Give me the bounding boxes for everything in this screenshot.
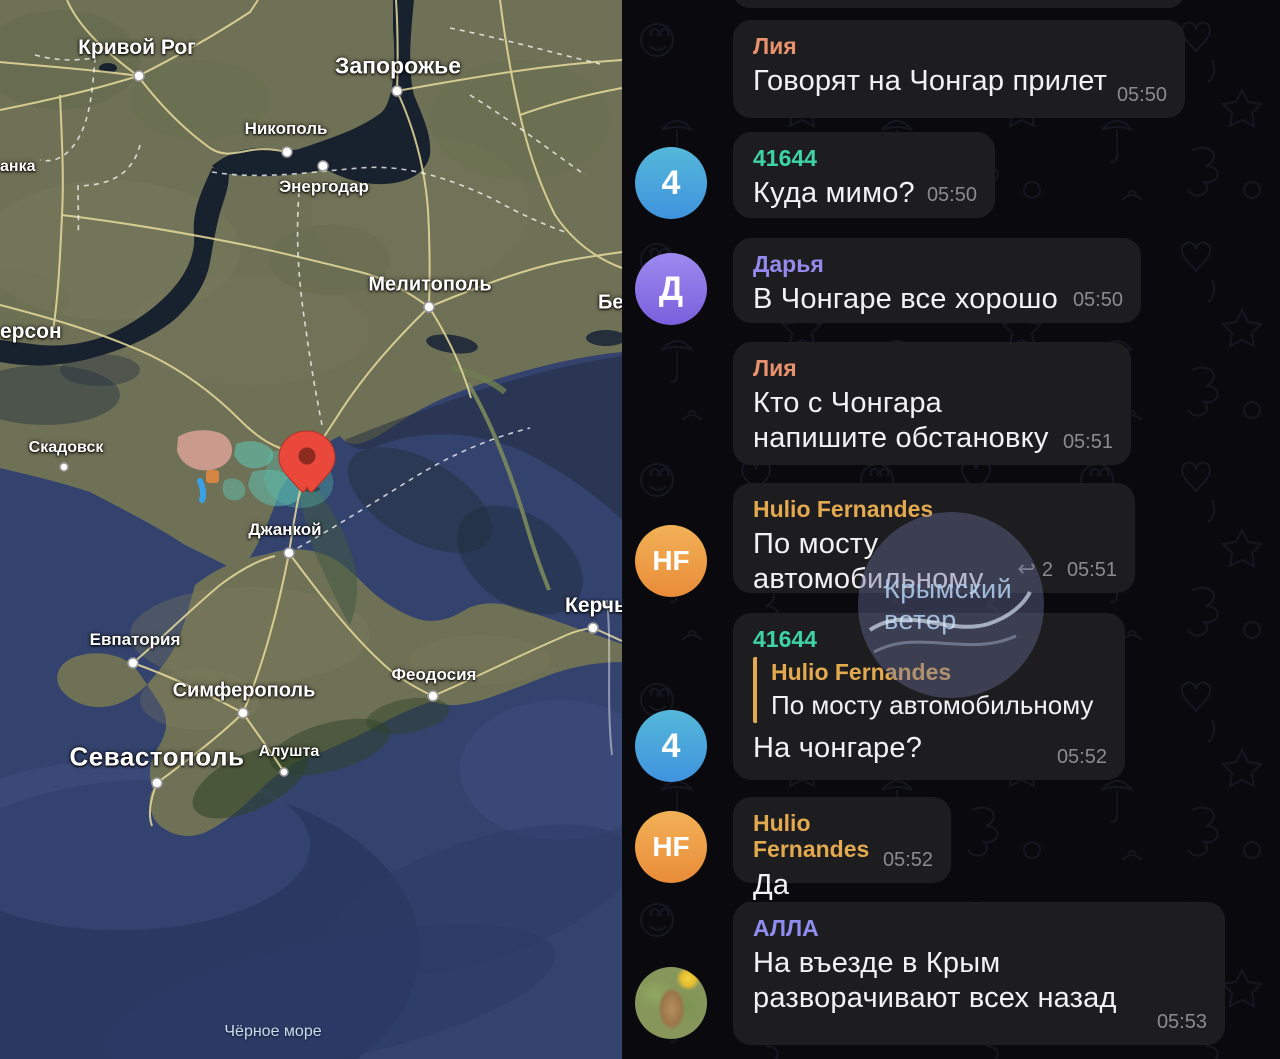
city-dot-yevpatoria: [128, 658, 138, 668]
map-label-nikopol: Никополь: [245, 119, 328, 139]
avatar-alla-photo[interactable]: [635, 967, 707, 1039]
sender-name: Дарья: [753, 251, 1121, 277]
avatar-hulio[interactable]: HF: [635, 811, 707, 883]
message-time: 05:50: [927, 184, 977, 207]
map-label-kryvyi-rih: Кривой Рог: [78, 36, 196, 60]
message-time: 05:50: [1073, 289, 1123, 312]
city-dot-feodosia: [428, 691, 438, 701]
map-label-dzhankoi: Джанкой: [248, 520, 321, 540]
city-dot-zaporizhzhia: [392, 86, 402, 96]
city-dot-alushta: [280, 768, 288, 776]
message-text: На въезде в Крым разворачивают всех наза…: [753, 946, 1153, 1014]
city-dot-simferopol: [238, 708, 248, 718]
city-dot-skadovsk: [60, 463, 68, 471]
sender-name: 41644: [753, 145, 975, 171]
message-time: 05:53: [1157, 1011, 1207, 1034]
message-text: В Чонгаре все хорошо: [753, 282, 1121, 316]
city-dot-nikopol: [282, 147, 292, 157]
message-bubble[interactable]: 41644 Куда мимо? 05:50: [733, 132, 995, 218]
city-dot-kryvyi-rih: [134, 71, 144, 81]
message-time: 05:51: [1067, 559, 1117, 581]
message-bubble[interactable]: Дарья В Чонгаре все хорошо 05:50: [733, 238, 1141, 323]
map-label-berdiansk: Бе: [598, 292, 622, 315]
city-dot-dzhankoi: [284, 548, 294, 558]
message-bubble[interactable]: Лия Говорят на Чонгар прилет 05:50: [733, 20, 1185, 118]
map-label-alushta: Алушта: [259, 743, 319, 761]
message-time: 05:52: [883, 849, 933, 872]
message-bubble[interactable]: АЛЛА На въезде в Крым разворачивают всех…: [733, 902, 1225, 1045]
map-label-kherson: ерсон: [0, 320, 62, 344]
map-label-enerhodar: Энергодар: [279, 177, 369, 197]
avatar-41644[interactable]: 4: [635, 147, 707, 219]
screenshot-root: Кривой Рог Запорожье Никополь Энергодар …: [0, 0, 1280, 1059]
city-dot-kerch: [588, 623, 598, 633]
avatar-hulio[interactable]: HF: [635, 525, 707, 597]
message-text: На чонгаре?: [753, 731, 1105, 765]
map-label-melitopol: Мелитополь: [368, 274, 491, 297]
map-label-sevastopol: Севастополь: [69, 742, 244, 773]
map-label-black-sea: Чёрное море: [224, 1023, 321, 1041]
city-dot-melitopol: [424, 302, 434, 312]
map-label-skadovsk: Скадовск: [29, 439, 104, 457]
partial-message-bubble-top: [733, 0, 1185, 8]
message-bubble[interactable]: Hulio Fernandes Да 05:52: [733, 797, 951, 883]
map-panel[interactable]: Кривой Рог Запорожье Никополь Энергодар …: [0, 0, 622, 1059]
message-text: Говорят на Чонгар прилет: [753, 64, 1165, 98]
message-time: 05:50: [1117, 84, 1167, 107]
message-time: 05:52: [1057, 746, 1107, 769]
map-label-kanka: анка: [0, 158, 35, 176]
chat-panel: Лия Говорят на Чонгар прилет 05:50 4 416…: [622, 0, 1280, 1059]
map-label-kerch: Керчь: [565, 594, 622, 618]
message-text: Кто с Чонгара напишите обстановку: [753, 386, 1083, 454]
message-bubble[interactable]: Лия Кто с Чонгара напишите обстановку 05…: [733, 342, 1131, 465]
city-dot-sevastopol: [152, 778, 162, 788]
city-dot-enerhodar: [318, 161, 328, 171]
map-label-yevpatoria: Евпатория: [90, 630, 181, 650]
message-text: Да: [753, 868, 931, 902]
channel-watermark: Крымский ветер: [858, 512, 1044, 698]
sender-name: Лия: [753, 33, 1165, 59]
avatar-darya[interactable]: Д: [635, 253, 707, 325]
map-label-simferopol: Симферополь: [173, 680, 316, 703]
message-time: 05:51: [1063, 431, 1113, 454]
avatar-41644[interactable]: 4: [635, 710, 707, 782]
sender-name: Лия: [753, 355, 1111, 381]
sender-name: АЛЛА: [753, 915, 1205, 941]
map-label-feodosia: Феодосия: [392, 665, 477, 685]
map-label-zaporizhzhia: Запорожье: [335, 53, 461, 80]
